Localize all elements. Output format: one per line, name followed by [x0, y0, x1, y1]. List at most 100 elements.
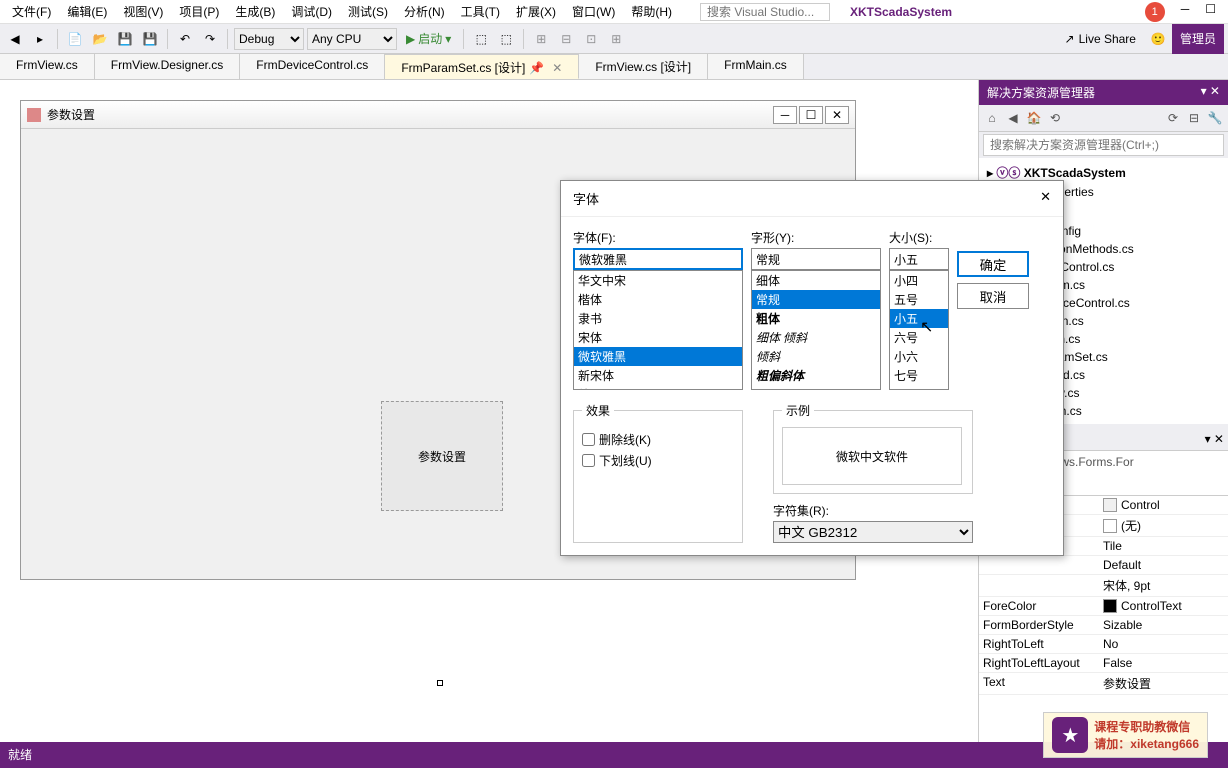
prop-row[interactable]: Default [979, 556, 1228, 575]
menu-window[interactable]: 窗口(W) [564, 1, 623, 22]
effects-label: 效果 [582, 402, 614, 419]
notification-badge[interactable]: 1 [1145, 2, 1165, 22]
dialog-close-icon[interactable]: ✕ [1040, 189, 1051, 208]
size-option[interactable]: 小五 [890, 309, 948, 328]
ok-button[interactable]: 确定 [957, 251, 1029, 277]
underline-checkbox[interactable]: 下划线(U) [582, 452, 734, 469]
menu-extensions[interactable]: 扩展(X) [508, 1, 564, 22]
menu-help[interactable]: 帮助(H) [623, 1, 680, 22]
maximize-button[interactable]: ☐ [1205, 2, 1216, 22]
solution-toolbar: ⌂ ◀ 🏠 ⟲ ⟳ ⊟ 🔧 [979, 105, 1228, 132]
tab-5[interactable]: FrmMain.cs [708, 54, 804, 79]
prop-row[interactable]: FormBorderStyleSizable [979, 616, 1228, 635]
props-icon[interactable]: 🔧 [1206, 109, 1224, 127]
back-icon[interactable]: ◀ [4, 28, 26, 50]
style-option[interactable]: 细体 倾斜 [752, 328, 880, 347]
size-input[interactable] [889, 248, 949, 270]
size-option[interactable]: 小六 [890, 347, 948, 366]
new-icon[interactable]: 📄 [64, 28, 86, 50]
platform-select[interactable]: Any CPU [307, 28, 397, 50]
size-option[interactable]: 七号 [890, 366, 948, 385]
liveshare-button[interactable]: ↗ Live Share [1057, 32, 1144, 46]
forward-icon[interactable]: ▸ [29, 28, 51, 50]
style-option[interactable]: 常规 [752, 290, 880, 309]
undo-icon[interactable]: ↶ [174, 28, 196, 50]
tab-2[interactable]: FrmDeviceControl.cs [240, 54, 385, 79]
panel-menu-icon[interactable]: ▾ ✕ [1205, 432, 1224, 446]
collapse-icon[interactable]: ⊟ [1185, 109, 1203, 127]
form-min-icon[interactable]: ─ [773, 106, 797, 124]
align-icon[interactable]: ⊡ [580, 28, 602, 50]
tool-icon[interactable]: ⬚ [470, 28, 492, 50]
strike-checkbox[interactable]: 删除线(K) [582, 431, 734, 448]
tab-0[interactable]: FrmView.cs [0, 54, 95, 79]
minimize-button[interactable]: ─ [1181, 2, 1190, 22]
prop-row[interactable]: RightToLeftLayoutFalse [979, 654, 1228, 673]
font-list[interactable]: 华文中宋楷体隶书宋体微软雅黑新宋体幼圆 [573, 270, 743, 390]
resize-handle[interactable] [437, 680, 443, 686]
font-option[interactable]: 幼圆 [574, 385, 742, 390]
logo-icon: ★ [1052, 717, 1088, 753]
font-option[interactable]: 微软雅黑 [574, 347, 742, 366]
tool-icon[interactable]: ⬚ [495, 28, 517, 50]
menu-debug[interactable]: 调试(D) [283, 1, 340, 22]
menu-analyze[interactable]: 分析(N) [396, 1, 453, 22]
save-icon[interactable]: 💾 [114, 28, 136, 50]
prop-row[interactable]: 宋体, 9pt [979, 575, 1228, 597]
redo-icon[interactable]: ↷ [199, 28, 221, 50]
menu-build[interactable]: 生成(B) [227, 1, 283, 22]
menu-file[interactable]: 文件(F) [4, 1, 59, 22]
font-option[interactable]: 隶书 [574, 309, 742, 328]
style-option[interactable]: 粗偏斜体 [752, 366, 880, 385]
cancel-button[interactable]: 取消 [957, 283, 1029, 309]
menu-test[interactable]: 测试(S) [340, 1, 396, 22]
form-close-icon[interactable]: ✕ [825, 106, 849, 124]
size-option[interactable]: 五号 [890, 290, 948, 309]
style-option[interactable]: 细体 [752, 271, 880, 290]
style-label: 字形(Y): [751, 229, 881, 246]
tab-4[interactable]: FrmView.cs [设计] [579, 54, 708, 79]
form-max-icon[interactable]: ☐ [799, 106, 823, 124]
menu-view[interactable]: 视图(V) [115, 1, 171, 22]
tab-3[interactable]: FrmParamSet.cs [设计]📌✕ [385, 54, 579, 79]
style-option[interactable]: 粗体 [752, 309, 880, 328]
tab-1[interactable]: FrmView.Designer.cs [95, 54, 240, 79]
menu-edit[interactable]: 编辑(E) [59, 1, 115, 22]
config-select[interactable]: Debug [234, 28, 304, 50]
align-icon[interactable]: ⊞ [605, 28, 627, 50]
style-list[interactable]: 细体常规粗体细体 倾斜倾斜粗偏斜体 [751, 270, 881, 390]
back-icon[interactable]: ◀ [1004, 109, 1022, 127]
refresh-icon[interactable]: ⟳ [1164, 109, 1182, 127]
style-option[interactable]: 倾斜 [752, 347, 880, 366]
align-icon[interactable]: ⊟ [555, 28, 577, 50]
prop-row[interactable]: RightToLeftNo [979, 635, 1228, 654]
solution-search[interactable] [983, 134, 1224, 156]
sample-label: 示例 [782, 402, 814, 419]
start-button[interactable]: ▶ 启动 ▾ [400, 30, 457, 47]
font-option[interactable]: 楷体 [574, 290, 742, 309]
prop-row[interactable]: Text参数设置 [979, 673, 1228, 695]
style-input[interactable] [751, 248, 881, 270]
prop-row[interactable]: ForeColorControlText [979, 597, 1228, 616]
font-option[interactable]: 新宋体 [574, 366, 742, 385]
charset-select[interactable]: 中文 GB2312 [773, 521, 973, 543]
home-icon[interactable]: ⌂ [983, 109, 1001, 127]
search-input[interactable] [700, 3, 830, 21]
align-icon[interactable]: ⊞ [530, 28, 552, 50]
font-option[interactable]: 宋体 [574, 328, 742, 347]
font-input[interactable] [573, 248, 743, 270]
size-list[interactable]: 小四五号小五六号小六七号八号 [889, 270, 949, 390]
font-option[interactable]: 华文中宋 [574, 271, 742, 290]
open-icon[interactable]: 📂 [89, 28, 111, 50]
menu-tools[interactable]: 工具(T) [453, 1, 508, 22]
size-option[interactable]: 六号 [890, 328, 948, 347]
button-control[interactable]: 参数设置 [381, 401, 503, 511]
size-option[interactable]: 小四 [890, 271, 948, 290]
sync-icon[interactable]: ⟲ [1046, 109, 1064, 127]
feedback-icon[interactable]: 🙂 [1147, 28, 1169, 50]
saveall-icon[interactable]: 💾 [139, 28, 161, 50]
size-option[interactable]: 八号 [890, 385, 948, 390]
form-icon [27, 108, 41, 122]
menu-project[interactable]: 项目(P) [171, 1, 227, 22]
home-icon[interactable]: 🏠 [1025, 109, 1043, 127]
